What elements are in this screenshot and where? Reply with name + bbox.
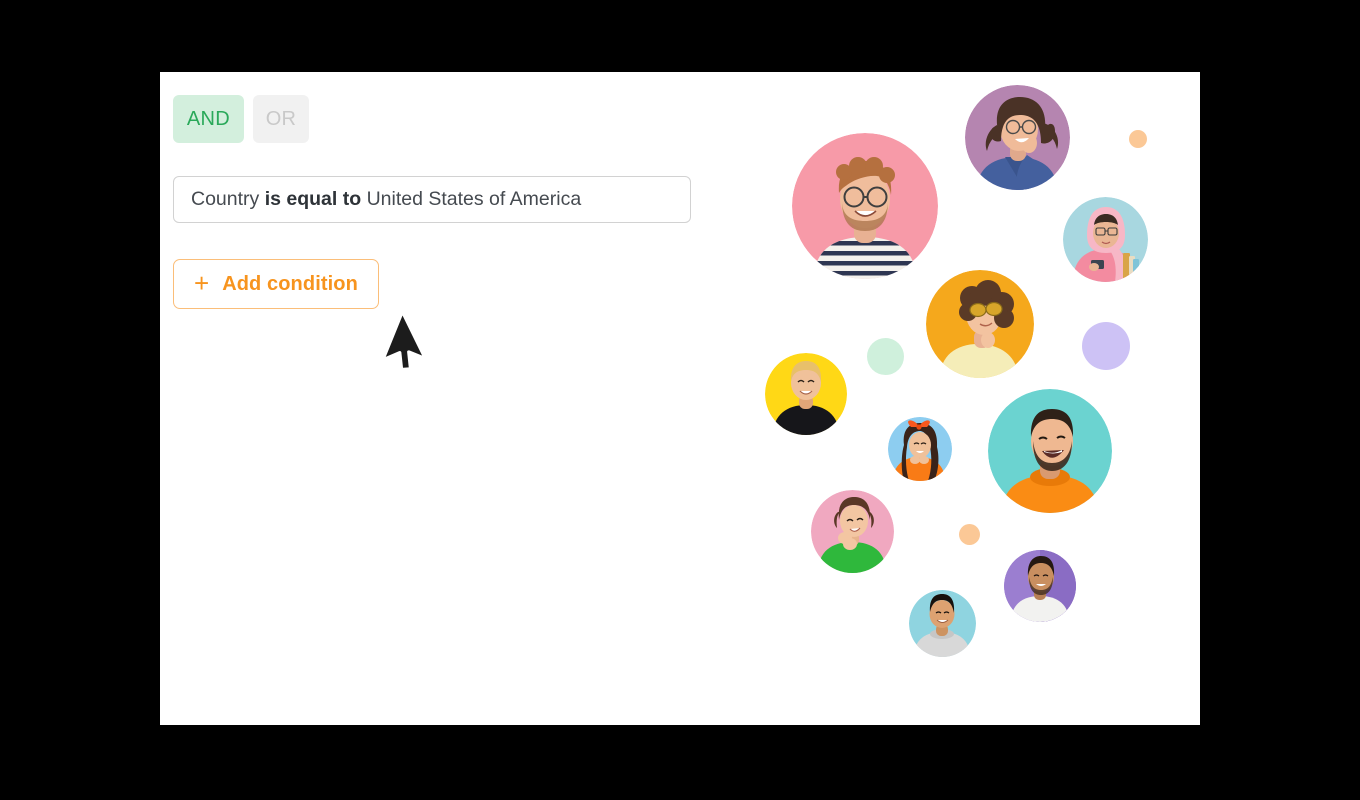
avatar-skyblue-bow-woman: [888, 417, 952, 481]
query-builder-panel: AND OR Country is equal to United States…: [160, 72, 1200, 725]
audience-avatar-cluster: [160, 72, 1200, 725]
avatar-yellow-black-shirt-man: [765, 353, 847, 435]
dot-lavender-right: [1082, 322, 1130, 370]
avatar-blue-hijab-woman: [1063, 197, 1148, 282]
avatar-pink-green-sweater-woman: [811, 490, 894, 573]
avatar-teal-orange-sweater-man: [988, 389, 1112, 513]
avatar-amber-sunglasses-woman: [926, 270, 1034, 378]
avatar-mauve-woman: [965, 85, 1070, 190]
screen: AND OR Country is equal to United States…: [0, 0, 1360, 800]
dot-peach-center: [959, 524, 980, 545]
avatar-pink-striped-man: [792, 133, 938, 279]
dot-mint-center-left: [867, 338, 904, 375]
avatar-lightblue-grey-shirt-man: [909, 590, 976, 657]
avatar-lavender-white-shirt-man: [1004, 550, 1076, 622]
dot-peach-top-right: [1129, 130, 1147, 148]
